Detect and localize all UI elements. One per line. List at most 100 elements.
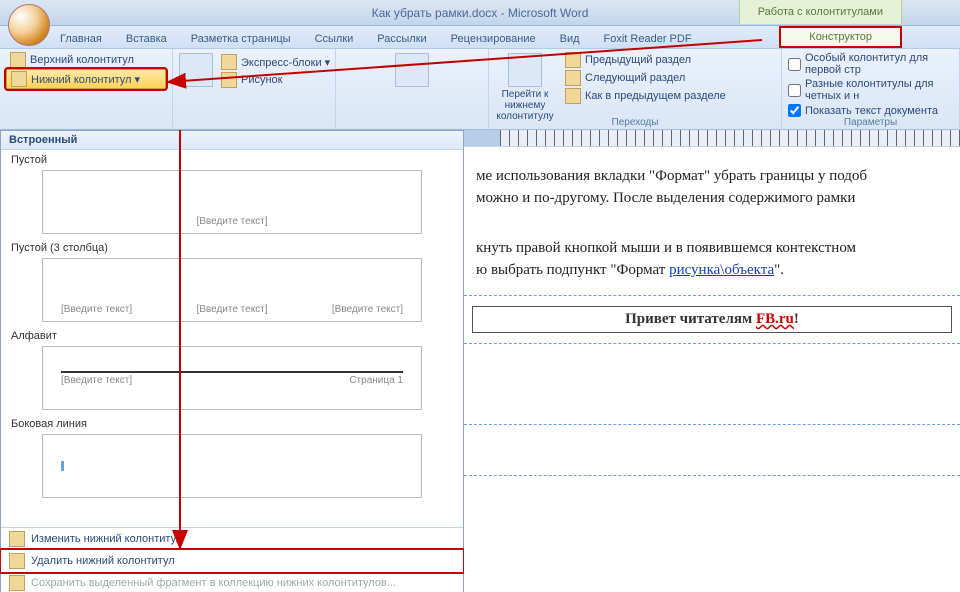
tab-mailings[interactable]: Рассылки xyxy=(365,30,438,48)
opt-firstpage-label: Особый колонтитул для первой стр xyxy=(805,52,953,76)
tab-home[interactable]: Главная xyxy=(48,30,114,48)
gallery-footer: Изменить нижний колонтитул Удалить нижни… xyxy=(1,527,463,592)
opt-showtext[interactable]: Показать текст документа xyxy=(788,103,953,118)
save-icon xyxy=(9,575,25,591)
placeholder-text: [Введите текст] xyxy=(61,304,132,315)
tab-references[interactable]: Ссылки xyxy=(303,30,366,48)
side-bar xyxy=(61,461,64,471)
gallery-head-builtin2: Встроенный xyxy=(1,131,463,150)
ribbon-tabs: Главная Вставка Разметка страницы Ссылки… xyxy=(0,26,960,49)
gallery-scroll[interactable]: Пустой [Введите текст] Пустой (3 столбца… xyxy=(1,150,463,527)
footer-link: FB.ru xyxy=(756,311,794,327)
header-button[interactable]: Верхний колонтитул xyxy=(6,51,166,69)
placeholder-text: [Введите текст] xyxy=(196,304,267,315)
opt-firstpage[interactable]: Особый колонтитул для первой стр xyxy=(788,51,953,77)
opt-showtext-check[interactable] xyxy=(788,104,801,117)
placeholder-text: [Введите текст] xyxy=(332,304,403,315)
footer-content[interactable]: Привет читателям FB.ru! xyxy=(472,306,952,333)
opt-oddeven-check[interactable] xyxy=(788,84,801,97)
goto-footer-icon xyxy=(508,53,542,87)
cmd-edit-label: Изменить нижний колонтитул xyxy=(31,533,182,545)
opt-firstpage-check[interactable] xyxy=(788,58,801,71)
quickparts-button[interactable]: Экспресс-блоки ▾ xyxy=(217,53,334,71)
gallery-preview xyxy=(42,434,422,498)
divider-line xyxy=(61,371,403,373)
goto-footer-button[interactable]: Перейти к нижнему колонтитулу xyxy=(495,51,555,122)
gallery-item-sideline[interactable]: Боковая линия xyxy=(1,414,463,502)
main-area: Пустой Встроенный Пустой [Введите текст]… xyxy=(0,130,960,592)
footer-button[interactable]: Нижний колонтитул ▾ xyxy=(6,69,166,89)
group-opt-label: Параметры xyxy=(782,117,959,128)
footer-label: Нижний колонтитул ▾ xyxy=(31,73,140,86)
opt-oddeven-label: Разные колонтитулы для четных и н xyxy=(805,78,953,102)
remove-icon xyxy=(9,553,25,569)
gallery-item-empty[interactable]: Пустой [Введите текст] xyxy=(1,150,463,238)
cmd-remove-label: Удалить нижний колонтитул xyxy=(31,555,175,567)
gallery-preview: [Введите текст] xyxy=(42,170,422,234)
body-text: кнуть правой кнопкой мыши и в появившемс… xyxy=(476,237,948,259)
footer-separator xyxy=(464,424,960,425)
tab-designer[interactable]: Конструктор xyxy=(779,26,902,48)
group-options: Особый колонтитул для первой стр Разные … xyxy=(782,49,960,129)
footer-separator xyxy=(464,295,960,296)
gallery-item-label: Алфавит xyxy=(11,330,453,342)
next-section-button[interactable]: Следующий раздел xyxy=(561,69,730,87)
opt-showtext-label: Показать текст документа xyxy=(805,105,938,117)
footer-text: Привет читателям xyxy=(625,311,756,327)
next-icon xyxy=(565,70,581,86)
gallery-item-label: Боковая линия xyxy=(11,418,453,430)
document-area[interactable]: ме использования вкладки "Формат" убрать… xyxy=(464,130,960,592)
datetime-button[interactable] xyxy=(179,51,211,89)
cmd-edit-footer[interactable]: Изменить нижний колонтитул xyxy=(1,528,463,550)
tab-foxit[interactable]: Foxit Reader PDF xyxy=(592,30,704,48)
cmd-remove-footer[interactable]: Удалить нижний колонтитул xyxy=(1,550,463,572)
gallery-preview: [Введите текст] Страница 1 xyxy=(42,346,422,410)
title-bar: Как убрать рамки.docx - Microsoft Word Р… xyxy=(0,0,960,26)
body-text: можно и по-другому. После выделения соде… xyxy=(476,187,948,209)
tab-view[interactable]: Вид xyxy=(548,30,592,48)
horizontal-ruler[interactable] xyxy=(464,130,960,147)
picture-label: Рисунок xyxy=(241,74,283,86)
group-insert: Экспресс-блоки ▾ Рисунок xyxy=(173,49,336,129)
quickparts-label: Экспресс-блоки ▾ xyxy=(241,56,330,69)
prev-section-label: Предыдущий раздел xyxy=(585,54,691,66)
blocks-icon xyxy=(221,54,237,70)
ribbon: Верхний колонтитул Нижний колонтитул ▾ Э… xyxy=(0,49,960,130)
body-text: ю выбрать подпункт "Формат рисунка\объек… xyxy=(476,259,948,281)
gallery-item-alphabet[interactable]: Алфавит [Введите текст] Страница 1 xyxy=(1,326,463,414)
prev-section-button[interactable]: Предыдущий раздел xyxy=(561,51,730,69)
datetime-icon xyxy=(179,53,213,87)
edit-icon xyxy=(9,531,25,547)
opt-oddeven[interactable]: Разные колонтитулы для четных и н xyxy=(788,77,953,103)
tab-review[interactable]: Рецензирование xyxy=(439,30,548,48)
office-button[interactable] xyxy=(8,4,50,46)
page-content[interactable]: ме использования вкладки "Формат" убрать… xyxy=(464,147,960,285)
gallery-item-3col[interactable]: Пустой (3 столбца) [Введите текст] [Введ… xyxy=(1,238,463,326)
page-number-text: Страница 1 xyxy=(349,375,403,386)
tab-layout[interactable]: Разметка страницы xyxy=(179,30,303,48)
placeholder-text: [Введите текст] xyxy=(196,216,267,227)
gallery-preview: [Введите текст] [Введите текст] [Введите… xyxy=(42,258,422,322)
footer-separator xyxy=(464,343,960,344)
tab-insert[interactable]: Вставка xyxy=(114,30,179,48)
picture-button[interactable]: Рисунок xyxy=(217,71,334,89)
group-navigation-left xyxy=(336,49,489,129)
contextual-tab-group: Работа с колонтитулами xyxy=(739,0,902,24)
footer-text-end: ! xyxy=(794,311,799,327)
goto-button[interactable] xyxy=(382,51,442,89)
link-prev-label: Как в предыдущем разделе xyxy=(585,90,726,102)
cmd-save-label: Сохранить выделенный фрагмент в коллекци… xyxy=(31,577,396,589)
prev-icon xyxy=(565,52,581,68)
header-icon xyxy=(10,52,26,68)
link-prev-button[interactable]: Как в предыдущем разделе xyxy=(561,87,730,105)
footer-gallery-dropdown: Пустой Встроенный Пустой [Введите текст]… xyxy=(0,130,464,592)
gallery-item-label: Пустой xyxy=(11,154,453,166)
footer-icon xyxy=(11,71,27,87)
group-navigation: Перейти к нижнему колонтитулу Предыдущий… xyxy=(489,49,782,129)
next-section-label: Следующий раздел xyxy=(585,72,685,84)
placeholder-text: [Введите текст] xyxy=(61,375,132,386)
footer-separator xyxy=(464,475,960,476)
group-header-footer: Верхний колонтитул Нижний колонтитул ▾ xyxy=(0,49,173,129)
header-label: Верхний колонтитул xyxy=(30,54,134,66)
picture-icon xyxy=(221,72,237,88)
